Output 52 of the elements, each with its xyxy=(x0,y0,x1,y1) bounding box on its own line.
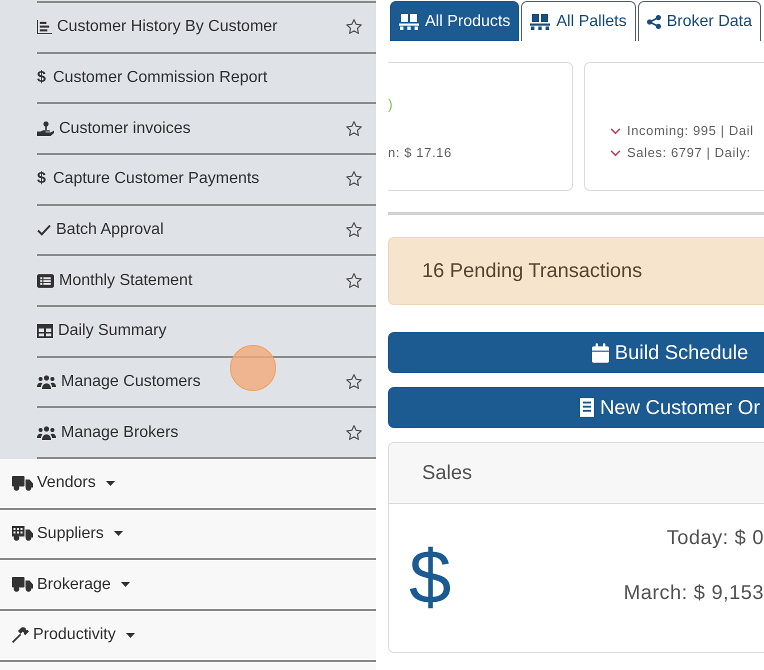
star-icon[interactable] xyxy=(345,220,363,239)
users-icon xyxy=(37,374,56,389)
check-icon xyxy=(37,224,51,236)
tab[interactable]: All Pallets xyxy=(521,1,636,41)
users-icon xyxy=(37,426,56,440)
star-icon[interactable] xyxy=(345,272,363,290)
menu-item[interactable]: Vendors xyxy=(0,458,376,510)
dollar-icon: $ xyxy=(409,540,452,616)
hammer-icon xyxy=(12,627,29,644)
sales-figure: March: $ 9,153 xyxy=(624,581,764,606)
bar-chart-icon xyxy=(37,20,52,34)
menu-item[interactable]: Productivity xyxy=(0,610,376,662)
star-icon[interactable] xyxy=(345,424,363,442)
document-icon xyxy=(580,398,594,417)
truck-icon xyxy=(12,526,33,542)
stat-text: Sales: 6797 | Daily: xyxy=(627,144,751,162)
chevron-down-icon xyxy=(610,128,621,134)
submenu-item[interactable]: Monthly Statement xyxy=(37,254,376,305)
truck-icon xyxy=(12,577,33,592)
dollar-icon: $ xyxy=(37,171,48,188)
share-icon xyxy=(646,14,661,28)
change-text: ) xyxy=(388,95,394,114)
star-icon[interactable] xyxy=(345,170,363,188)
star-icon[interactable] xyxy=(345,18,363,36)
menu-item[interactable]: Brokerage xyxy=(0,560,376,611)
dollar-icon: $ xyxy=(37,70,48,86)
pending-alert: 16 Pending Transactions xyxy=(388,237,764,305)
panel-title: Sales xyxy=(422,461,472,486)
star-icon[interactable] xyxy=(345,372,363,391)
hand-icon xyxy=(37,121,54,136)
submenu-item[interactable]: Customer invoices xyxy=(37,102,376,153)
submenu-item[interactable]: $ Capture Customer Payments xyxy=(37,152,376,204)
menu-item[interactable]: Suppliers xyxy=(0,510,376,560)
action-button[interactable]: Build Schedule xyxy=(388,332,764,373)
list-icon xyxy=(37,274,54,288)
submenu-item[interactable]: Customer History By Customer xyxy=(37,1,376,52)
star-icon[interactable] xyxy=(345,120,363,138)
truck-icon xyxy=(12,476,33,491)
submenu-item[interactable]: $ Customer Commission Report xyxy=(37,52,376,102)
stat-text: n: $ 17.16 xyxy=(388,144,452,162)
stat-text: Incoming: 995 | Dail xyxy=(627,122,754,140)
calendar-icon xyxy=(592,342,609,362)
boxes-icon xyxy=(530,14,550,30)
action-button[interactable]: New Customer Or xyxy=(388,387,764,428)
sales-figure: Today: $ 0 xyxy=(666,526,764,551)
tab[interactable]: Broker Data xyxy=(638,1,761,41)
table-icon xyxy=(37,324,53,338)
boxes-icon xyxy=(399,14,419,30)
chevron-down-icon xyxy=(610,150,621,156)
submenu-item[interactable]: Batch Approval xyxy=(37,204,376,254)
tab[interactable]: All Products xyxy=(390,1,520,41)
submenu-item[interactable]: Manage Brokers xyxy=(37,406,376,459)
